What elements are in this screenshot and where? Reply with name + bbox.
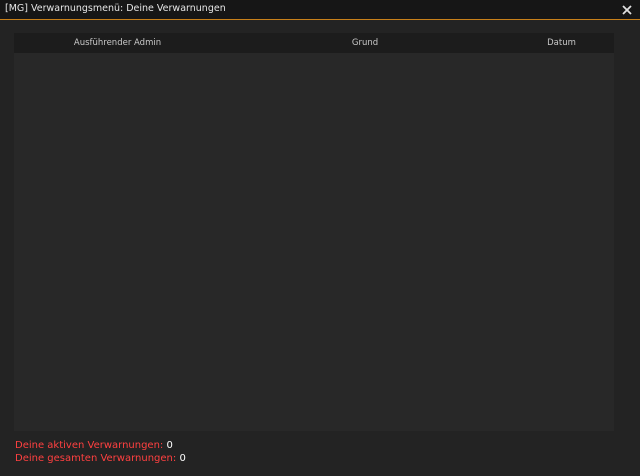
column-header-datum[interactable]: Datum bbox=[509, 33, 614, 53]
column-header-grund-label: Grund bbox=[351, 38, 379, 48]
column-header-admin-label: Ausführender Admin bbox=[73, 38, 162, 48]
active-warnings-label: Deine aktiven Verwarnungen: bbox=[15, 440, 164, 451]
column-header-grund[interactable]: Grund bbox=[221, 33, 509, 53]
warnings-window: [MG] Verwarnungsmenü: Deine Verwarnungen… bbox=[0, 0, 640, 476]
column-header-datum-label: Datum bbox=[547, 38, 576, 48]
total-warnings-label: Deine gesamten Verwarnungen: bbox=[15, 453, 177, 464]
column-header-admin[interactable]: Ausführender Admin bbox=[14, 33, 221, 53]
title-bar[interactable]: [MG] Verwarnungsmenü: Deine Verwarnungen bbox=[0, 0, 640, 20]
active-warnings-stat: Deine aktiven Verwarnungen: 0 bbox=[15, 440, 173, 451]
list-body[interactable] bbox=[14, 53, 614, 431]
close-icon bbox=[622, 5, 632, 15]
active-warnings-value: 0 bbox=[166, 440, 173, 451]
warnings-list[interactable]: Ausführender Admin Grund Datum bbox=[14, 33, 614, 431]
total-warnings-value: 0 bbox=[179, 453, 186, 464]
total-warnings-stat: Deine gesamten Verwarnungen: 0 bbox=[15, 453, 186, 464]
window-title: [MG] Verwarnungsmenü: Deine Verwarnungen bbox=[5, 3, 226, 14]
list-header: Ausführender Admin Grund Datum bbox=[14, 33, 614, 53]
close-button[interactable] bbox=[618, 1, 636, 19]
